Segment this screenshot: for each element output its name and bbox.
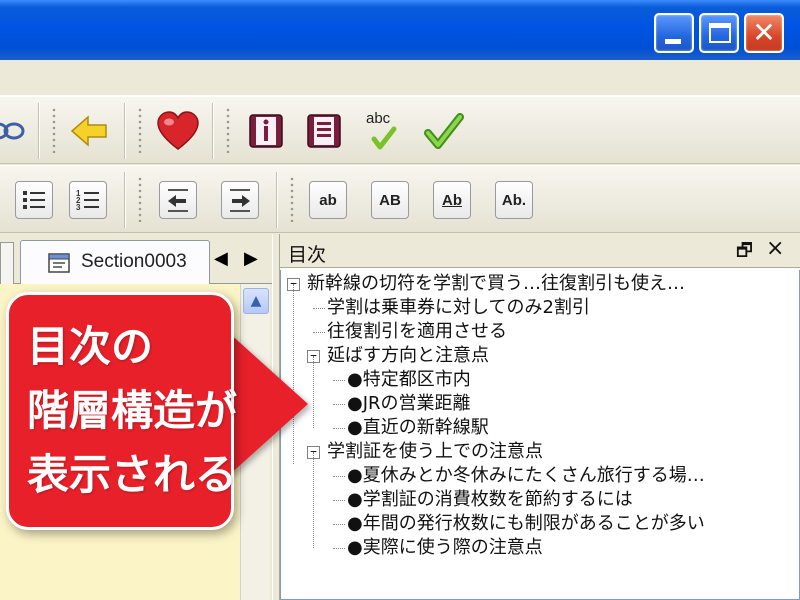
numbered-list-icon[interactable]: 1 2 3 <box>66 178 110 222</box>
style-uppercase-button[interactable]: AB <box>368 178 412 222</box>
heart-icon[interactable] <box>156 109 200 153</box>
toc-item-label: ●JRの営業距離 <box>347 393 471 414</box>
toolbar-grip[interactable] <box>290 176 294 222</box>
toc-tree: − 新幹線の切符を学割で買う…往復割引も使え… 学割は乗車券に対してのみ2割引 往復割… <box>280 270 800 600</box>
tree-connector <box>333 428 345 429</box>
tree-connector <box>333 524 345 525</box>
svg-text:3: 3 <box>76 203 81 212</box>
toolbar-grip[interactable] <box>52 107 56 153</box>
style-abbrev-label: Ab. <box>495 181 533 219</box>
tree-connector <box>333 476 345 477</box>
toc-item-label: 延ばす方向と注意点 <box>327 345 489 366</box>
spellcheck-text: abc <box>366 110 391 127</box>
toc-item-label: ●特定都区市内 <box>347 369 471 390</box>
float-panel-icon[interactable]: 🗗 <box>736 238 753 268</box>
toolbar-standard: abc <box>0 96 800 164</box>
toc-item-label: ●年間の発行枚数にも制限があることが多い <box>347 513 705 534</box>
style-underline-button[interactable]: Ab <box>430 178 474 222</box>
scroll-up-button[interactable]: ▲ <box>243 288 269 314</box>
minimize-icon <box>665 39 681 44</box>
document-icon <box>48 253 70 273</box>
close-window-button[interactable]: ✕ <box>744 13 784 53</box>
toc-item-label: 往復割引を適用させる <box>327 321 507 342</box>
toolbar-separator <box>38 103 40 159</box>
toc-panel: 目次 🗗 × − 新幹線の切符を学割で買う…往復割引も使え… 学割は乗車券に対しての… <box>280 234 800 600</box>
toolbar-grip[interactable] <box>138 176 142 222</box>
style-uppercase-label: AB <box>371 181 409 219</box>
style-ab-label: ab <box>309 181 347 219</box>
tab-scroll-left-button[interactable]: ◀ <box>214 248 228 269</box>
window-titlebar: ✕ <box>0 0 800 60</box>
chevron-up-icon: ▲ <box>250 293 262 309</box>
tab-previous-partial[interactable] <box>0 242 14 284</box>
maximize-icon <box>709 23 731 43</box>
callout-box: 目次の 階層構造が 表示される <box>6 292 237 530</box>
toc-item-label: ●夏休みとか冬休みにたくさん旅行する場… <box>347 465 705 486</box>
style-ab-button[interactable]: ab <box>306 178 350 222</box>
maximize-button[interactable] <box>699 13 739 53</box>
tree-connector <box>333 380 345 381</box>
toolbar-separator <box>124 172 126 228</box>
toolbar-separator <box>276 172 278 228</box>
list-book-icon[interactable] <box>302 109 346 153</box>
toc-item-label: ●直近の新幹線駅 <box>347 417 489 438</box>
toc-title: 目次 <box>288 244 327 266</box>
callout-line: 階層構造が <box>27 386 238 435</box>
link-icon[interactable] <box>0 109 30 153</box>
callout-line: 目次の <box>27 322 154 371</box>
toc-item-label: 新幹線の切符を学割で買う…往復割引も使え… <box>307 273 685 294</box>
check-icon[interactable] <box>422 109 466 153</box>
bullet-list-icon[interactable] <box>12 178 56 222</box>
close-icon: ✕ <box>752 16 776 49</box>
tree-connector <box>333 404 345 405</box>
close-panel-icon[interactable]: × <box>766 236 784 261</box>
indent-icon[interactable] <box>218 178 262 222</box>
outdent-icon[interactable] <box>156 178 200 222</box>
style-underline-label: Ab <box>433 181 471 219</box>
toolbar-separator <box>124 103 126 159</box>
tree-connector <box>333 548 345 549</box>
toc-item-label: 学割証を使う上での注意点 <box>327 441 543 462</box>
minimize-button[interactable] <box>654 13 694 53</box>
tab-label: Section0003 <box>81 251 187 272</box>
menu-bar <box>0 60 800 96</box>
toc-header: 目次 🗗 × <box>280 234 800 268</box>
toc-item-label: ●学割証の消費枚数を節約するには <box>347 489 633 510</box>
tree-connector <box>333 500 345 501</box>
toolbar-formatting: 1 2 3 ab AB Ab Ab. <box>0 165 800 233</box>
callout-text: 目次の 階層構造が 表示される <box>27 315 327 507</box>
toc-item-label: ●実際に使う際の注意点 <box>347 537 543 558</box>
info-book-icon[interactable] <box>244 109 288 153</box>
back-arrow-icon[interactable] <box>68 109 112 153</box>
tab-section0003[interactable]: Section0003 <box>20 240 210 284</box>
spellcheck-icon[interactable]: abc <box>362 109 406 153</box>
tab-scroll-right-button[interactable]: ▶ <box>244 248 258 269</box>
callout-line: 表示される <box>27 450 238 499</box>
toolbar-separator <box>212 103 214 159</box>
toolbar-grip[interactable] <box>138 107 142 153</box>
tree-connector <box>313 308 325 309</box>
toolbar-grip[interactable] <box>226 107 230 153</box>
document-tabstrip: Section0003 ◀ ▶ <box>0 234 272 284</box>
style-abbrev-button[interactable]: Ab. <box>492 178 536 222</box>
toc-item-label: 学割は乗車券に対してのみ2割引 <box>327 297 590 318</box>
